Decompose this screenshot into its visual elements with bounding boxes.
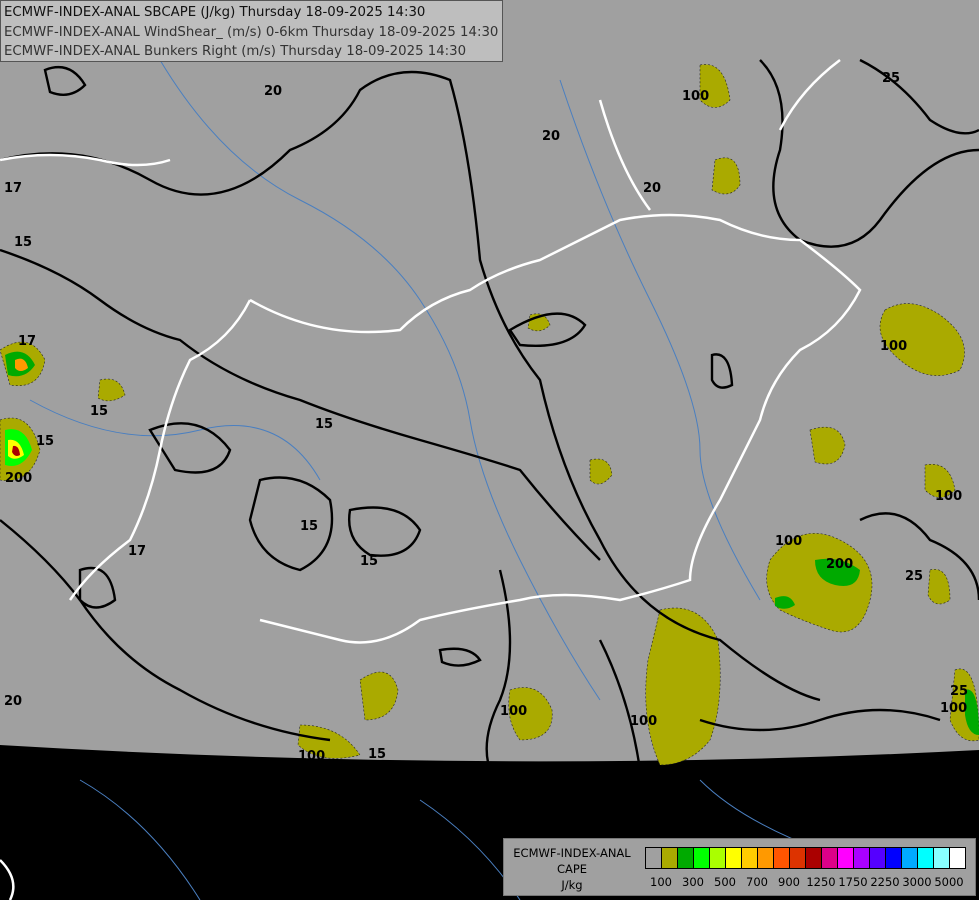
contour-label: 25 bbox=[950, 684, 968, 699]
contour-label: 25 bbox=[905, 569, 923, 584]
map-title-box: ECMWF-INDEX-ANAL SBCAPE (J/kg) Thursday … bbox=[0, 0, 503, 62]
contour-label: 20 bbox=[643, 181, 661, 196]
legend-tick-label: 700 bbox=[746, 875, 768, 889]
legend-tick-label: 100 bbox=[650, 875, 672, 889]
contour-label: 100 bbox=[298, 749, 325, 764]
legend-swatch bbox=[694, 848, 710, 868]
legend-swatch bbox=[678, 848, 694, 868]
legend-swatch bbox=[838, 848, 854, 868]
title-line-bunkers: ECMWF-INDEX-ANAL Bunkers Right (m/s) Thu… bbox=[4, 44, 467, 59]
contour-label: 15 bbox=[368, 747, 386, 762]
legend-swatch bbox=[870, 848, 886, 868]
contour-label: 100 bbox=[940, 701, 967, 716]
contour-label: 20 bbox=[4, 694, 22, 709]
model-domain bbox=[0, 0, 979, 762]
contour-label: 100 bbox=[500, 704, 527, 719]
legend-tick-label: 2250 bbox=[870, 875, 900, 889]
contour-label: 100 bbox=[880, 339, 907, 354]
legend-swatch bbox=[854, 848, 870, 868]
legend-swatch bbox=[934, 848, 950, 868]
legend-tick-label: 1750 bbox=[838, 875, 868, 889]
contour-label: 200 bbox=[826, 557, 853, 572]
legend-tick-label: 5000 bbox=[934, 875, 964, 889]
cape-color-legend: ECMWF-INDEX-ANAL CAPE J/kg 100 300 500 700 9… bbox=[503, 838, 976, 896]
legend-swatch bbox=[902, 848, 918, 868]
contour-label: 25 bbox=[882, 71, 900, 86]
legend-swatch bbox=[790, 848, 806, 868]
legend-swatch bbox=[774, 848, 790, 868]
legend-tick-label: 1250 bbox=[806, 875, 836, 889]
cape-map: 20 25 20 20 17 15 15 15 15 15 15 17 20 1… bbox=[0, 0, 979, 900]
contour-label: 100 bbox=[630, 714, 657, 729]
title-line-windshear: ECMWF-INDEX-ANAL WindShear_ (m/s) 0-6km … bbox=[4, 24, 499, 40]
contour-label: 17 bbox=[128, 544, 146, 559]
contour-label: 15 bbox=[90, 404, 108, 419]
legend-title-line: ECMWF-INDEX-ANAL bbox=[513, 846, 631, 860]
legend-swatch bbox=[742, 848, 758, 868]
legend-ticks: 100 300 500 700 900 1250 1750 2250 3000 5000 bbox=[645, 875, 965, 891]
contour-label: 100 bbox=[935, 489, 962, 504]
legend-title-line: J/kg bbox=[561, 878, 583, 892]
contour-label: 20 bbox=[542, 129, 560, 144]
legend-swatch bbox=[918, 848, 934, 868]
contour-label: 100 bbox=[775, 534, 802, 549]
legend-swatch bbox=[662, 848, 678, 868]
contour-label: 17 bbox=[4, 181, 22, 196]
contour-label: 15 bbox=[300, 519, 318, 534]
contour-label: 15 bbox=[360, 554, 378, 569]
legend-swatch bbox=[806, 848, 822, 868]
legend-tick-label: 3000 bbox=[902, 875, 932, 889]
contour-label: 15 bbox=[14, 235, 32, 250]
legend-swatch bbox=[886, 848, 902, 868]
legend-tick-label: 500 bbox=[714, 875, 736, 889]
contour-label: 200 bbox=[5, 471, 32, 486]
legend-title: ECMWF-INDEX-ANAL CAPE J/kg bbox=[508, 845, 636, 893]
legend-swatch bbox=[726, 848, 742, 868]
legend-tick-label: 900 bbox=[778, 875, 800, 889]
contour-label: 15 bbox=[315, 417, 333, 432]
legend-swatch bbox=[822, 848, 838, 868]
contour-label: 20 bbox=[264, 84, 282, 99]
contour-label: 15 bbox=[36, 434, 54, 449]
weather-map-view: 20 25 20 20 17 15 15 15 15 15 15 17 20 1… bbox=[0, 0, 979, 900]
legend-swatch bbox=[758, 848, 774, 868]
title-line-cape: ECMWF-INDEX-ANAL SBCAPE (J/kg) Thursday … bbox=[4, 5, 426, 20]
contour-label: 100 bbox=[682, 89, 709, 104]
legend-tick-label: 300 bbox=[682, 875, 704, 889]
contour-label: 17 bbox=[18, 334, 36, 349]
legend-swatch bbox=[710, 848, 726, 868]
legend-swatches bbox=[645, 847, 966, 869]
legend-swatch bbox=[950, 848, 965, 868]
legend-swatch bbox=[646, 848, 662, 868]
legend-title-line: CAPE bbox=[556, 862, 588, 876]
